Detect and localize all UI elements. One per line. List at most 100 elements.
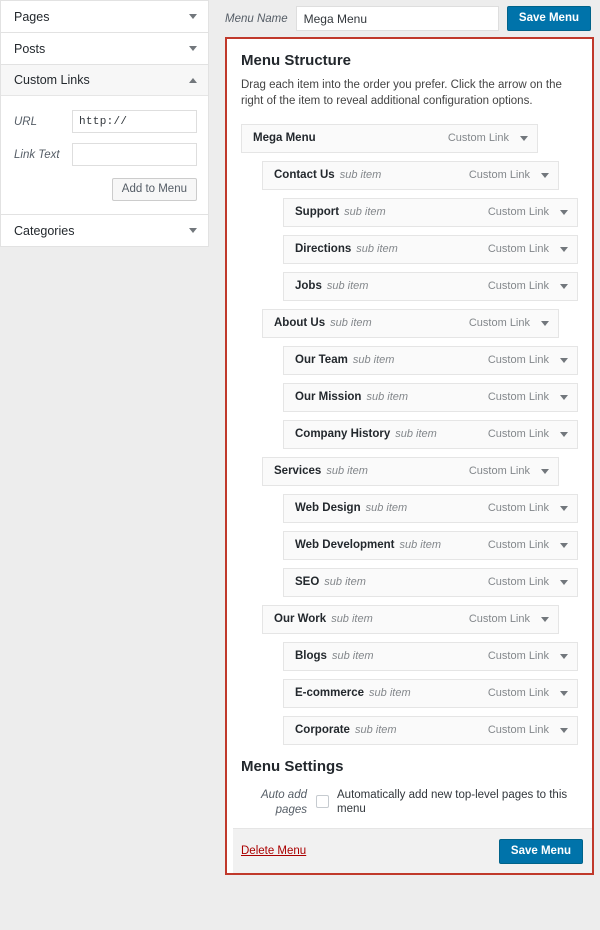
menu-item-type: Custom Link — [488, 502, 549, 514]
menu-item-meta: Custom Link — [488, 280, 570, 292]
chevron-down-icon[interactable] — [560, 580, 568, 585]
add-to-menu-button[interactable]: Add to Menu — [112, 178, 197, 201]
menu-item-expand-toggle[interactable] — [539, 171, 551, 180]
menu-item-title: Directions — [295, 243, 351, 255]
menu-item-expand-toggle[interactable] — [539, 319, 551, 328]
menu-item-type: Custom Link — [469, 465, 530, 477]
menu-item-expand-toggle[interactable] — [558, 208, 570, 217]
menu-item-row[interactable]: Our Missionsub itemCustom Link — [283, 383, 578, 412]
chevron-down-icon[interactable] — [560, 210, 568, 215]
accordion-header-pages[interactable]: Pages — [1, 1, 208, 32]
link-text-input[interactable] — [72, 143, 197, 166]
menu-item-type: Custom Link — [488, 243, 549, 255]
save-menu-button-top[interactable]: Save Menu — [507, 6, 591, 31]
chevron-down-icon[interactable] — [541, 321, 549, 326]
menu-item-expand-toggle[interactable] — [558, 282, 570, 291]
menu-item-expand-toggle[interactable] — [558, 578, 570, 587]
menu-item-row[interactable]: Servicessub item Custom Link — [262, 457, 559, 486]
menu-item-row[interactable]: Jobs sub item Custom Link — [283, 272, 578, 301]
menu-name-input[interactable]: Mega Menu — [296, 6, 499, 31]
chevron-down-icon[interactable] — [189, 46, 197, 51]
menu-item-title: Jobs — [295, 280, 322, 292]
menu-item-row[interactable]: Blogssub itemCustom Link — [283, 642, 578, 671]
chevron-down-icon[interactable] — [541, 173, 549, 178]
url-input[interactable]: http:// — [72, 110, 197, 133]
menu-item-type: Custom Link — [488, 687, 549, 699]
chevron-down-icon[interactable] — [560, 395, 568, 400]
menu-item-expand-toggle[interactable] — [558, 726, 570, 735]
menu-item-expand-toggle[interactable] — [558, 356, 570, 365]
menu-item-title: Services — [274, 465, 321, 477]
menu-item-label-group: SEOsub item — [295, 576, 366, 588]
link-text-field-row: Link Text — [14, 143, 197, 166]
menu-item-row[interactable]: Directionssub itemCustom Link — [283, 235, 578, 264]
menu-item-meta: Custom Link — [488, 243, 570, 255]
menu-item-meta: Custom Link — [488, 502, 570, 514]
menu-item-row[interactable]: Corporatesub itemCustom Link — [283, 716, 578, 745]
menu-item-label-group: Company Historysub item — [295, 428, 437, 440]
chevron-down-icon[interactable] — [560, 284, 568, 289]
menu-item-expand-toggle[interactable] — [539, 467, 551, 476]
menu-item-label-group: Web Developmentsub item — [295, 539, 441, 551]
accordion-header-categories[interactable]: Categories — [1, 215, 208, 246]
menu-item-expand-toggle[interactable] — [558, 393, 570, 402]
chevron-down-icon[interactable] — [560, 432, 568, 437]
menu-item-meta: Custom Link — [469, 465, 551, 477]
menu-item-label-group: Servicessub item — [274, 465, 368, 477]
menu-item-row[interactable]: Our Worksub itemCustom Link — [262, 605, 559, 634]
chevron-down-icon[interactable] — [189, 228, 197, 233]
accordion-panel-custom-links: Custom Links URL http:// Link Text Add t… — [0, 65, 209, 215]
menu-item-expand-toggle[interactable] — [558, 504, 570, 513]
menu-item-expand-toggle[interactable] — [539, 615, 551, 624]
chevron-down-icon[interactable] — [560, 543, 568, 548]
chevron-down-icon[interactable] — [560, 506, 568, 511]
menu-item-type: Custom Link — [488, 428, 549, 440]
menu-item-expand-toggle[interactable] — [558, 245, 570, 254]
chevron-down-icon[interactable] — [520, 136, 528, 141]
menu-item-row[interactable]: Mega MenuCustom Link — [241, 124, 538, 153]
menu-item-subitem-tag: sub item — [324, 576, 366, 588]
menu-item-row[interactable]: Web Developmentsub item Custom Link — [283, 531, 578, 560]
menu-item-row[interactable]: Supportsub itemCustom Link — [283, 198, 578, 227]
chevron-down-icon[interactable] — [560, 728, 568, 733]
menu-item-expand-toggle[interactable] — [558, 652, 570, 661]
menu-item-meta: Custom Link — [488, 539, 570, 551]
menu-item-meta: Custom Link — [469, 169, 551, 181]
accordion-label-custom-links: Custom Links — [14, 73, 90, 87]
menu-item-title: Corporate — [295, 724, 350, 736]
menu-item-row[interactable]: Company Historysub item Custom Link — [283, 420, 578, 449]
auto-add-pages-option[interactable]: Automatically add new top-level pages to… — [316, 788, 578, 816]
menu-item-expand-toggle[interactable] — [558, 689, 570, 698]
accordion-header-posts[interactable]: Posts — [1, 33, 208, 64]
save-menu-button-bottom[interactable]: Save Menu — [499, 839, 583, 864]
menu-item-row[interactable]: Web Designsub itemCustom Link — [283, 494, 578, 523]
menu-item-subitem-tag: sub item — [344, 206, 386, 218]
menu-item-expand-toggle[interactable] — [518, 134, 530, 143]
menu-item-subitem-tag: sub item — [327, 280, 369, 292]
auto-add-pages-checkbox[interactable] — [316, 795, 329, 808]
menu-item-subitem-tag: sub item — [353, 354, 395, 366]
menu-item-type: Custom Link — [488, 280, 549, 292]
chevron-up-icon[interactable] — [189, 78, 197, 83]
menu-item-row[interactable]: Our Teamsub itemCustom Link — [283, 346, 578, 375]
accordion-header-custom-links[interactable]: Custom Links — [1, 65, 208, 96]
menu-structure-panel: Menu Structure Drag each item into the o… — [225, 37, 594, 875]
menu-item-row[interactable]: About Ussub itemCustom Link — [262, 309, 559, 338]
menu-item-row[interactable]: SEOsub item Custom Link — [283, 568, 578, 597]
chevron-down-icon[interactable] — [541, 469, 549, 474]
chevron-down-icon[interactable] — [560, 654, 568, 659]
menu-item-expand-toggle[interactable] — [558, 430, 570, 439]
chevron-down-icon[interactable] — [560, 247, 568, 252]
chevron-down-icon[interactable] — [560, 691, 568, 696]
menu-item-row[interactable]: E-commercesub itemCustom Link — [283, 679, 578, 708]
chevron-down-icon[interactable] — [541, 617, 549, 622]
menu-item-expand-toggle[interactable] — [558, 541, 570, 550]
chevron-down-icon[interactable] — [189, 14, 197, 19]
menu-item-meta: Custom Link — [488, 687, 570, 699]
menu-item-type: Custom Link — [488, 576, 549, 588]
menu-item-label-group: Supportsub item — [295, 206, 386, 218]
chevron-down-icon[interactable] — [560, 358, 568, 363]
menu-item-row[interactable]: Contact Ussub itemCustom Link — [262, 161, 559, 190]
delete-menu-link[interactable]: Delete Menu — [241, 845, 306, 857]
menu-item-meta: Custom Link — [488, 354, 570, 366]
